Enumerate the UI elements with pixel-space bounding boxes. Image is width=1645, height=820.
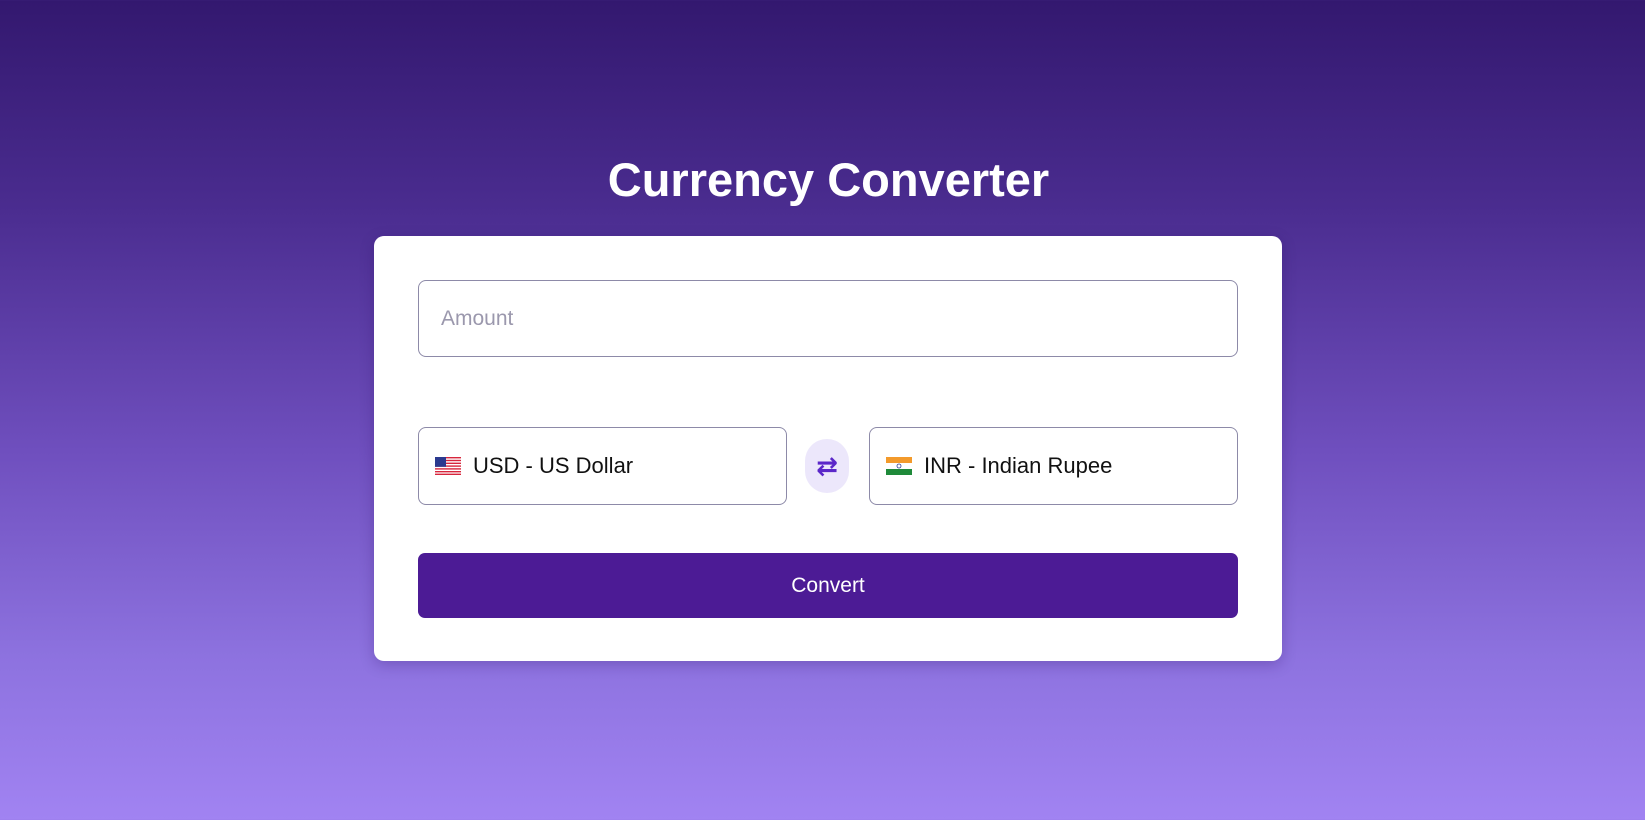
page-title: Currency Converter (607, 153, 1050, 206)
converter-card: USD - US Dollar ⇄ INR - Indian Rupee Con… (374, 236, 1282, 661)
convert-button[interactable]: Convert (418, 553, 1238, 618)
to-currency-select[interactable]: INR - Indian Rupee (869, 427, 1238, 505)
from-currency-label: USD - US Dollar (473, 453, 634, 478)
to-currency-label: INR - Indian Rupee (924, 453, 1113, 478)
from-currency-select[interactable]: USD - US Dollar (418, 427, 787, 505)
swap-arrows-icon: ⇄ (816, 450, 838, 481)
india-flag-icon (886, 457, 912, 475)
amount-input[interactable] (418, 280, 1238, 357)
swap-button[interactable]: ⇄ (805, 439, 849, 493)
us-flag-icon (435, 457, 461, 475)
